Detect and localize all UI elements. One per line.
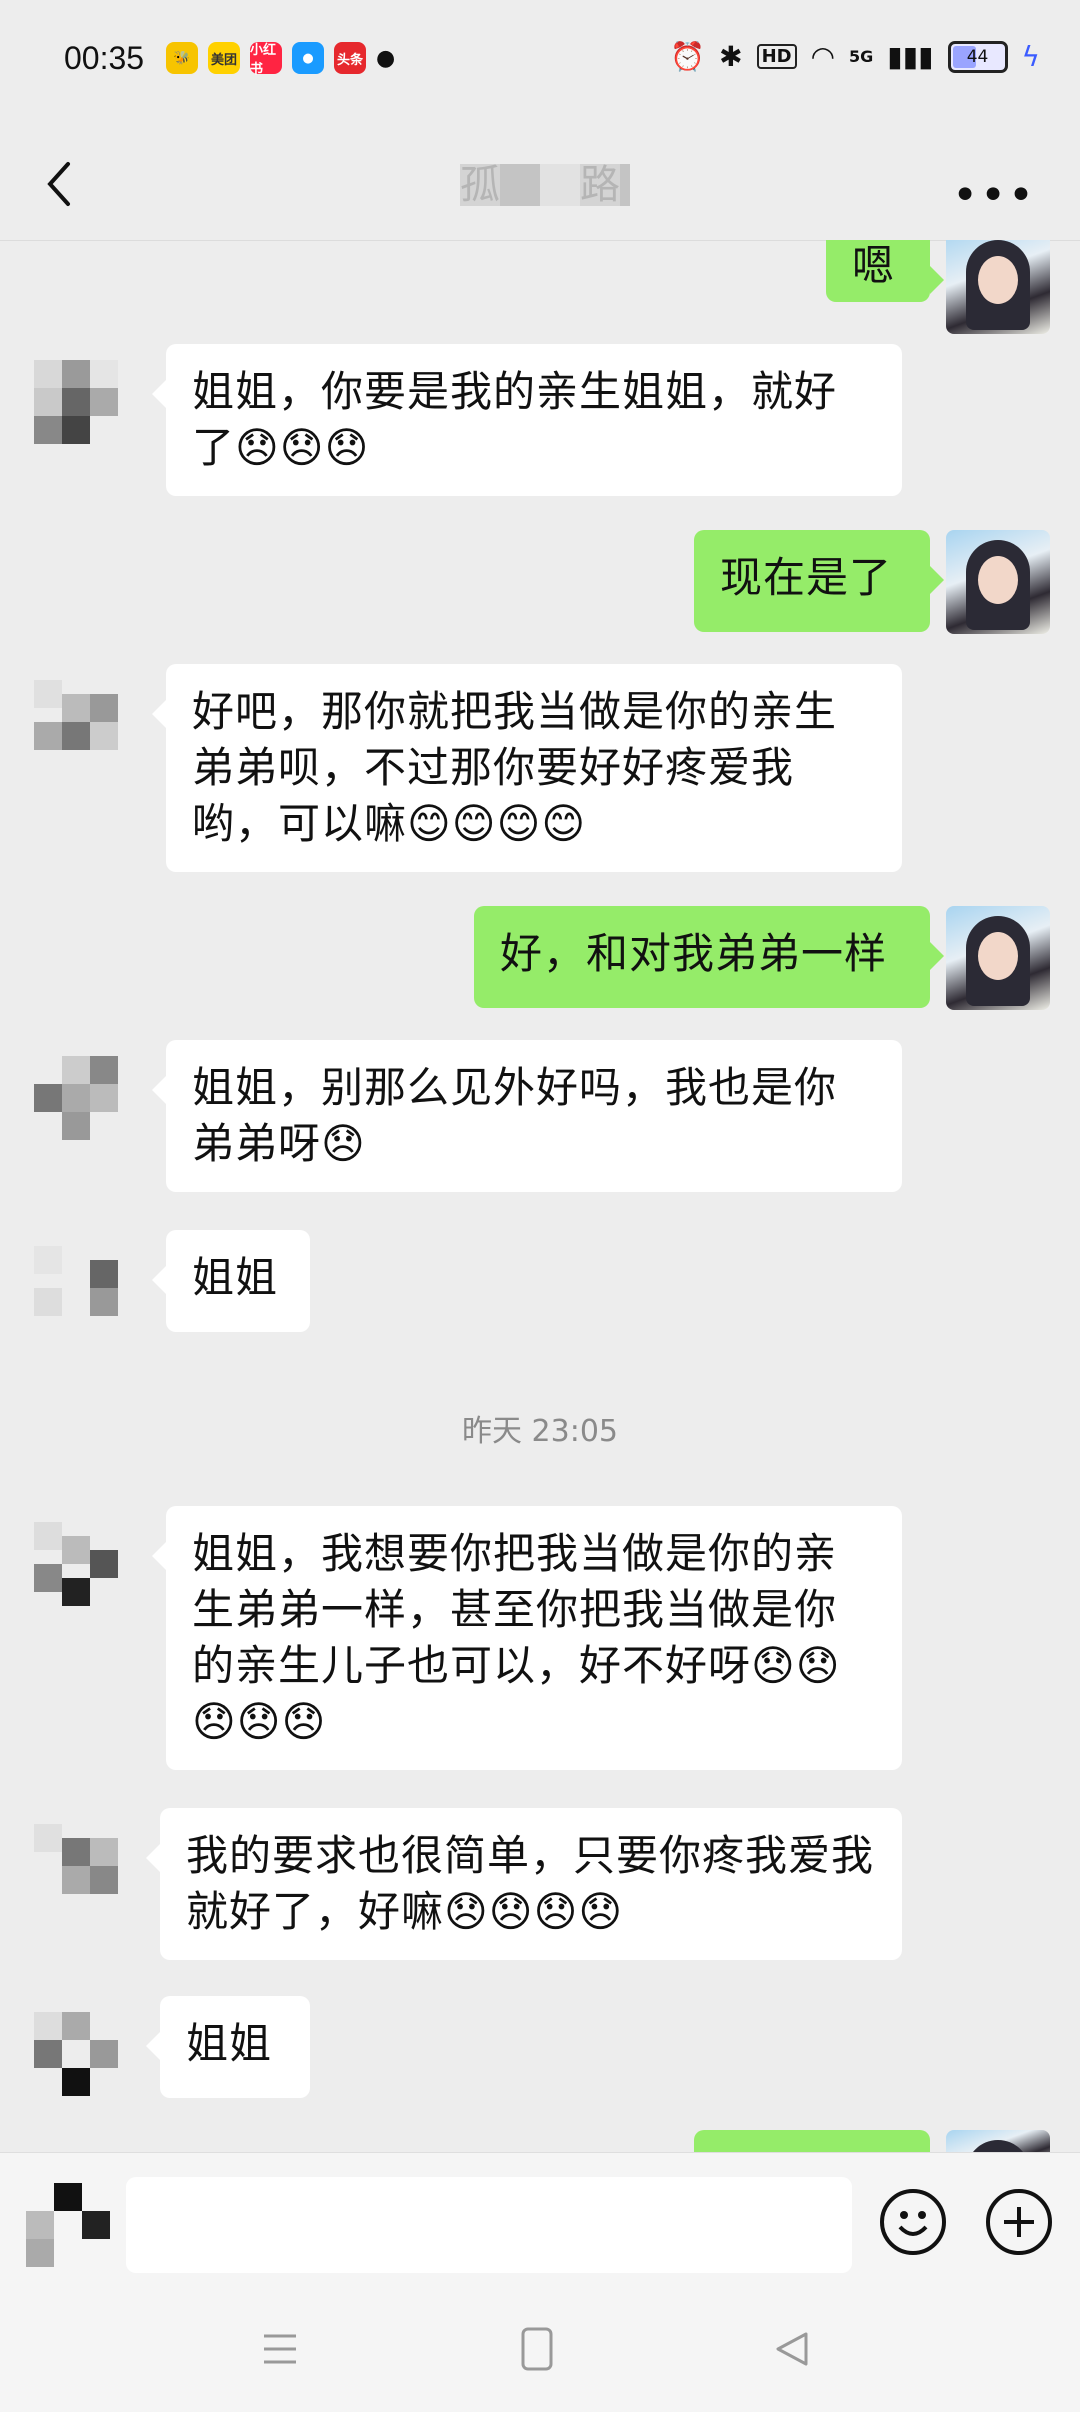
- more-horizontal-icon[interactable]: •••: [952, 170, 1036, 221]
- voice-toggle-icon[interactable]: [26, 2183, 110, 2267]
- app-icon-toutiao: 头条: [334, 42, 366, 74]
- avatar[interactable]: [26, 664, 136, 774]
- bluetooth-icon: ✱: [719, 40, 743, 73]
- signal-icon: ▮▮▮: [887, 40, 934, 73]
- message-bubble[interactable]: 姐姐: [152, 1230, 310, 1332]
- status-time: 00:35: [64, 40, 145, 76]
- input-bar: [0, 2152, 1080, 2293]
- avatar[interactable]: [26, 1996, 136, 2106]
- network-label: 5G: [849, 47, 874, 66]
- avatar[interactable]: [946, 2130, 1050, 2152]
- avatar[interactable]: [26, 1808, 136, 1918]
- message-bubble[interactable]: 好，和对我弟弟一样: [474, 906, 944, 1008]
- title-mosaic: [460, 164, 630, 206]
- status-bar: 00:35 🐝 美团 小红书 ● 头条 ● ⏰ ✱ HD ◠ 5G ▮▮▮ 44…: [0, 0, 1080, 120]
- chat-message-list[interactable]: 嗯 姐姐，你要是我的亲生姐姐，就好了😞😞😞 现在是了 好吧，那你就把我当做是你的…: [0, 240, 1080, 2152]
- message-input[interactable]: [126, 2177, 852, 2273]
- smile-icon[interactable]: [880, 2189, 946, 2255]
- notification-icons: 🐝 美团 小红书 ● 头条 ●: [166, 42, 396, 77]
- avatar[interactable]: [26, 1040, 136, 1150]
- home-icon[interactable]: [520, 2326, 554, 2372]
- avatar[interactable]: [946, 530, 1050, 634]
- hd-icon: HD: [756, 44, 797, 69]
- message-bubble[interactable]: 姐姐，我想要你把我当做是你的亲生弟弟一样，甚至你把我当做是你的亲生儿子也可以，好…: [152, 1506, 902, 1770]
- avatar[interactable]: [26, 1506, 136, 1616]
- message-bubble[interactable]: 姐姐，别那么见外好吗，我也是你弟弟呀😞: [152, 1040, 902, 1192]
- time-divider: 昨天 23:05: [462, 1414, 618, 1449]
- message-bubble[interactable]: 嗯: [826, 240, 944, 302]
- menu-icon[interactable]: [262, 2332, 298, 2366]
- avatar[interactable]: [26, 344, 136, 454]
- message-bubble[interactable]: 现在是了: [694, 530, 944, 632]
- avatar[interactable]: [26, 1230, 136, 1340]
- avatar[interactable]: [946, 240, 1050, 334]
- battery-text: 44: [966, 46, 989, 67]
- more-notifications-dot: ●: [376, 45, 396, 71]
- app-icon-xiaohongshu: 小红书: [250, 42, 282, 77]
- battery-icon: 44: [947, 40, 1008, 73]
- back-triangle-icon[interactable]: [774, 2330, 810, 2368]
- message-bubble[interactable]: 姐姐: [146, 1996, 310, 2098]
- app-icon-meituan: 美团: [208, 42, 240, 74]
- charging-icon: ϟ: [1021, 40, 1040, 73]
- app-icon-blue: ●: [292, 42, 324, 74]
- plus-icon[interactable]: [986, 2189, 1052, 2255]
- system-nav-bar: [0, 2292, 1080, 2412]
- wifi-icon: ◠: [810, 40, 836, 73]
- message-bubble[interactable]: 好吧，那你就把我当做是你的亲生弟弟呗，不过那你要好好疼爱我哟，可以嘛😊😊😊😊: [152, 664, 902, 872]
- app-icon-bee: 🐝: [166, 42, 198, 74]
- chat-header: 孤 路 •••: [0, 130, 1080, 241]
- avatar[interactable]: [946, 906, 1050, 1010]
- message-bubble[interactable]: 我的要求也很简单，只要你疼我爱我就好了，好嘛😞😞😞😞: [146, 1808, 902, 1960]
- alarm-icon: ⏰: [670, 40, 706, 73]
- system-icons: ⏰ ✱ HD ◠ 5G ▮▮▮ 44 ϟ: [670, 40, 1040, 73]
- message-bubble[interactable]: 姐姐，你要是我的亲生姐姐，就好了😞😞😞: [152, 344, 902, 496]
- message-bubble-partial[interactable]: [694, 2130, 930, 2152]
